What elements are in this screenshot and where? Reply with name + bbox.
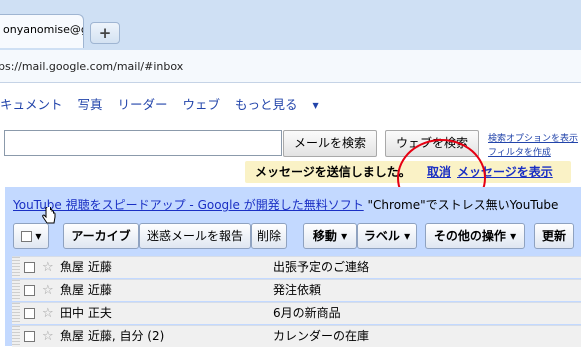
browser-tab-title: onyanomise@g... xyxy=(3,23,83,36)
mail-row[interactable]: ☆ 田中 正夫 6月の新商品 xyxy=(12,302,581,324)
nav-more[interactable]: もっと見る ▼ xyxy=(235,97,330,112)
row-checkbox[interactable] xyxy=(24,262,35,273)
drag-handle[interactable] xyxy=(12,303,20,324)
row-checkbox[interactable] xyxy=(24,308,35,319)
star-icon[interactable]: ☆ xyxy=(42,257,54,278)
mail-subject: 発注依頼 xyxy=(273,283,322,297)
mail-row[interactable]: ☆ 魚屋 近藤 発注依頼 xyxy=(12,279,581,301)
nav-web[interactable]: ウェブ xyxy=(183,97,221,112)
nav-photos[interactable]: 写真 xyxy=(78,97,103,112)
mail-row[interactable]: ☆ 魚屋 近藤, 自分 (2) カレンダーの在庫 xyxy=(12,325,581,347)
google-top-nav: キュメント 写真 リーダー ウェブ もっと見る ▼ xyxy=(0,94,341,113)
drag-handle[interactable] xyxy=(12,257,20,278)
url-text[interactable]: ps://mail.google.com/mail/#inbox xyxy=(0,60,183,73)
mail-sender: 魚屋 近藤, 自分 (2) xyxy=(60,329,165,343)
report-spam-button[interactable]: 迷惑メールを報告 xyxy=(139,223,251,249)
nav-reader[interactable]: リーダー xyxy=(118,97,168,112)
search-mail-button[interactable]: メールを検索 xyxy=(283,130,377,157)
mail-subject: 出張予定のご連絡 xyxy=(273,260,370,274)
drag-handle[interactable] xyxy=(12,326,20,347)
web-clip-text: "Chrome"でストレス無いYouTube xyxy=(363,198,559,212)
mail-sender: 魚屋 近藤 xyxy=(60,283,112,297)
mail-subject: カレンダーの在庫 xyxy=(273,329,370,343)
mail-sender: 田中 正夫 xyxy=(60,306,112,320)
row-checkbox[interactable] xyxy=(24,331,35,342)
select-all-checkbox[interactable] xyxy=(20,231,32,242)
row-checkbox[interactable] xyxy=(24,285,35,296)
search-options-link[interactable]: 検索オプションを表示 xyxy=(488,131,578,144)
nav-more-label: もっと見る xyxy=(235,97,298,112)
notification-message: メッセージを送信しました。 xyxy=(255,165,411,179)
browser-tab[interactable]: onyanomise@g... xyxy=(0,14,84,48)
mail-subject: 6月の新商品 xyxy=(273,306,341,320)
mail-row[interactable]: ☆ 魚屋 近藤 出張予定のご連絡 xyxy=(12,256,581,278)
nav-documents[interactable]: キュメント xyxy=(0,97,63,112)
select-all-dropdown[interactable]: ▾ xyxy=(13,223,49,249)
mail-sender: 魚屋 近藤 xyxy=(60,260,112,274)
web-clip-link[interactable]: YouTube 視聴をスピードアップ - Google が開発した無料ソフト xyxy=(13,198,364,212)
labels-dropdown[interactable]: ラベル ▾ xyxy=(357,223,417,249)
chevron-down-icon: ▼ xyxy=(312,101,319,110)
star-icon[interactable]: ☆ xyxy=(42,326,54,347)
archive-button[interactable]: アーカイブ xyxy=(63,223,139,249)
drag-handle[interactable] xyxy=(12,280,20,301)
move-dropdown[interactable]: 移動 ▾ xyxy=(303,223,357,249)
web-clip: YouTube 視聴をスピードアップ - Google が開発した無料ソフト "… xyxy=(13,196,558,213)
browser-tab-strip xyxy=(0,0,581,50)
star-icon[interactable]: ☆ xyxy=(42,303,54,324)
delete-button[interactable]: 削除 xyxy=(251,223,287,249)
search-input[interactable] xyxy=(4,130,282,156)
create-filter-link[interactable]: フィルタを作成 xyxy=(488,145,551,158)
star-icon[interactable]: ☆ xyxy=(42,280,54,301)
new-tab-button[interactable]: + xyxy=(90,22,120,44)
chevron-down-icon: ▾ xyxy=(35,229,42,243)
refresh-button[interactable]: 更新 xyxy=(534,223,574,249)
more-actions-dropdown[interactable]: その他の操作 ▾ xyxy=(425,223,525,249)
